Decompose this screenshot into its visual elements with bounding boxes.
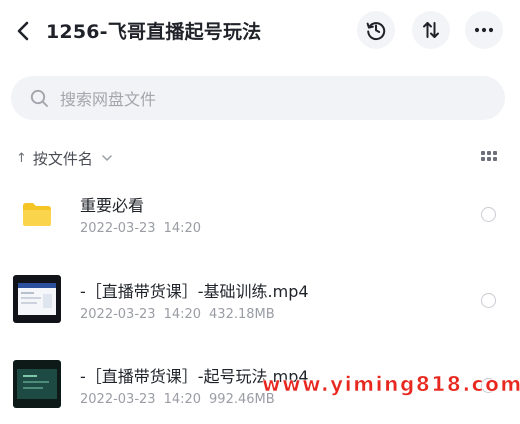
file-meta: 2022-03-23 14:20 432.18MB [80,307,275,322]
file-time: 14:20 [163,307,202,322]
list-item[interactable]: -［直播带货课］-基础训练.mp4 2022-03-23 14:20 432.18M… [0,262,520,340]
file-time: 14:20 [163,221,202,236]
folder-icon [23,203,51,226]
file-date: 2022-03-23 [80,307,156,322]
video-thumbnail [13,275,61,323]
list-item[interactable]: 重要必看 2022-03-23 14:20 [0,176,520,254]
more-button[interactable] [465,11,503,49]
page-title: 1256-飞哥直播起号玩法 [46,21,262,43]
header-bar: 1256-飞哥直播起号玩法 [0,0,520,62]
select-radio[interactable] [481,207,496,222]
file-name: -［直播带货课］-基础训练.mp4 [80,282,309,301]
file-meta: 2022-03-23 14:20 [80,221,201,236]
file-date: 2022-03-23 [80,221,156,236]
sort-label: 按文件名 [32,149,93,168]
sort-direction-icon: ↑ [16,150,27,166]
file-name: 重要必看 [80,196,145,215]
back-button[interactable] [10,17,36,45]
video-thumbnail [13,360,61,408]
chevron-down-icon [102,155,112,161]
watermark: www.yiming818.com [262,372,520,397]
search-placeholder: 搜索网盘文件 [60,90,157,109]
back-icon [17,21,29,41]
sort-selector[interactable]: ↑ 按文件名 [16,146,112,170]
more-icon [474,27,494,33]
sort-button[interactable] [412,11,450,49]
sort-icon [423,22,439,38]
file-time: 14:20 [163,392,202,407]
history-icon [366,22,386,41]
file-date: 2022-03-23 [80,392,156,407]
search-input[interactable]: 搜索网盘文件 [11,76,505,120]
history-button[interactable] [357,11,395,49]
file-size: 432.18MB [209,307,275,322]
grid-view-icon[interactable] [481,151,497,165]
select-radio[interactable] [481,293,496,308]
search-icon [29,88,49,108]
file-meta: 2022-03-23 14:20 992.46MB [80,392,275,407]
